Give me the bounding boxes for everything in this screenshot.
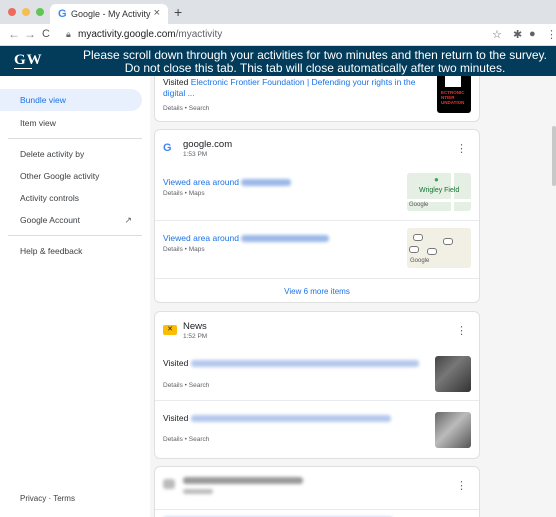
sidebar-item-label: Google Account <box>20 215 81 225</box>
sidebar: Bundle view Item view Delete activity by… <box>0 76 150 517</box>
visited-prefix: Visited <box>163 358 189 368</box>
new-tab-icon[interactable]: + <box>174 4 182 20</box>
extensions-puzzle-icon[interactable]: ✱ <box>513 28 522 41</box>
browser-menu-icon[interactable]: ⋮ <box>546 28 556 41</box>
eff-thumbnail: ECTRONIC NTIER UNDATION <box>437 76 471 113</box>
redacted-link[interactable] <box>190 415 391 423</box>
bookmark-star-icon[interactable]: ☆ <box>492 28 502 41</box>
sidebar-item-help-feedback[interactable]: Help & feedback <box>0 240 142 262</box>
activity-card-next: ⋮ <box>154 466 480 517</box>
url-path: /myactivity <box>175 29 223 40</box>
redacted-site-icon <box>163 479 175 489</box>
browser-titlebar: G Google - My Activity × + <box>0 0 556 24</box>
survey-banner: GW Please scroll down through your activ… <box>0 46 556 76</box>
map-route-shield-icon <box>413 234 423 241</box>
banner-instruction-line-1: Please scroll down through your activiti… <box>82 48 547 62</box>
more-options-icon[interactable]: ⋮ <box>456 479 467 492</box>
browser-tab[interactable]: G Google - My Activity × <box>50 4 168 24</box>
feed-scrollbar[interactable] <box>552 126 556 186</box>
lock-icon: 🔒︎ <box>66 29 71 39</box>
open-external-icon: ↗ <box>124 215 132 225</box>
sidebar-item-item-view[interactable]: Item view <box>0 112 142 134</box>
entry-divider <box>155 278 479 279</box>
activity-card-news: ✕ News 1:52 PM ⋮ Visited Details • Searc… <box>154 311 480 459</box>
activity-card-search: Visited Electronic Frontier Foundation |… <box>154 76 480 122</box>
map-route-shield-icon <box>427 248 437 255</box>
news-icon: ✕ <box>163 325 177 335</box>
map-thumbnail[interactable]: Google <box>407 228 471 268</box>
browser-toolbar: ← → C 🔒︎ myactivity.google.com/myactivit… <box>0 24 556 46</box>
profile-avatar-icon[interactable]: ● <box>529 28 536 40</box>
gw-logo: GW <box>14 52 43 68</box>
more-options-icon[interactable]: ⋮ <box>456 324 467 337</box>
redacted-location <box>241 179 292 187</box>
activity-link-continued[interactable]: digital ... <box>163 88 195 98</box>
reload-icon[interactable]: C <box>42 28 50 40</box>
entry-divider <box>155 220 479 221</box>
eff-line: UNDATION <box>441 100 465 105</box>
sidebar-item-activity-controls[interactable]: Activity controls <box>0 187 142 209</box>
activity-entry: Viewed area around <box>163 177 292 187</box>
address-bar[interactable]: myactivity.google.com/myactivity <box>78 29 222 40</box>
tab-close-icon[interactable]: × <box>154 7 160 19</box>
window-close-button[interactable] <box>8 8 16 16</box>
activity-entry: Viewed area around <box>163 233 330 243</box>
activity-details[interactable]: Details • Maps <box>163 190 205 197</box>
map-place-label: Wrigley Field <box>419 187 460 194</box>
google-map-brand: Google <box>409 202 429 208</box>
card-site-title: google.com <box>183 139 233 150</box>
sidebar-item-delete-activity[interactable]: Delete activity by <box>0 143 142 165</box>
activity-link[interactable]: Viewed area around <box>163 177 239 187</box>
card-time: 1:53 PM <box>183 151 208 158</box>
sidebar-item-google-account[interactable]: Google Account ↗ <box>0 209 142 231</box>
sidebar-item-other-activity[interactable]: Other Google activity <box>0 165 142 187</box>
map-thumbnail[interactable]: ● Wrigley Field Google <box>407 173 471 211</box>
activity-entry: Visited Electronic Frontier Foundation |… <box>163 77 418 99</box>
card-time: 1:52 PM <box>183 333 208 340</box>
sidebar-item-bundle-view[interactable]: Bundle view <box>0 89 142 111</box>
visited-prefix: Visited <box>163 77 189 87</box>
sidebar-divider <box>8 138 142 139</box>
tab-title: Google - My Activity <box>71 9 151 19</box>
eff-logo-shape <box>445 76 461 87</box>
entry-divider <box>155 400 479 401</box>
google-favicon-icon: G <box>58 8 67 20</box>
activity-entry: Visited <box>163 413 391 423</box>
activity-details[interactable]: Details • Search <box>163 436 209 443</box>
activity-link[interactable]: Electronic Frontier Foundation | Defendi… <box>191 77 416 87</box>
entry-divider <box>155 509 479 510</box>
activity-details[interactable]: Details • Search <box>163 105 209 112</box>
activity-link[interactable]: Viewed area around <box>163 233 239 243</box>
window-minimize-button[interactable] <box>22 8 30 16</box>
map-route-shield-icon <box>443 238 453 245</box>
card-site-title: News <box>183 321 207 332</box>
view-more-items-link[interactable]: View 6 more items <box>155 287 479 296</box>
redacted-card-time <box>183 489 213 494</box>
gw-logo-underline <box>14 68 32 69</box>
article-thumbnail[interactable] <box>435 356 471 392</box>
activity-card-google: G google.com 1:53 PM ⋮ Viewed area aroun… <box>154 129 480 303</box>
google-map-brand: Google <box>410 258 430 264</box>
redacted-location <box>241 235 330 243</box>
activity-entry: Visited <box>163 358 419 368</box>
map-route-shield-icon <box>409 246 419 253</box>
eff-logo-text: ECTRONIC NTIER UNDATION <box>441 90 465 105</box>
redacted-site-title <box>183 477 303 484</box>
privacy-terms-links[interactable]: Privacy · Terms <box>20 494 75 503</box>
visited-prefix: Visited <box>163 413 189 423</box>
more-options-icon[interactable]: ⋮ <box>456 142 467 155</box>
sidebar-divider <box>8 235 142 236</box>
url-domain: myactivity.google.com <box>78 29 176 40</box>
map-pin-icon: ● <box>434 175 439 184</box>
activity-details[interactable]: Details • Search <box>163 382 209 389</box>
article-thumbnail[interactable] <box>435 412 471 448</box>
redacted-link[interactable] <box>190 360 419 368</box>
banner-instruction-line-2: Do not close this tab. This tab will clo… <box>124 61 506 75</box>
forward-arrow-icon[interactable]: → <box>24 27 36 41</box>
activity-feed[interactable]: Visited Electronic Frontier Foundation |… <box>150 76 556 517</box>
activity-details[interactable]: Details • Maps <box>163 246 205 253</box>
window-maximize-button[interactable] <box>36 8 44 16</box>
google-g-icon: G <box>163 142 172 154</box>
back-arrow-icon[interactable]: ← <box>8 27 20 41</box>
